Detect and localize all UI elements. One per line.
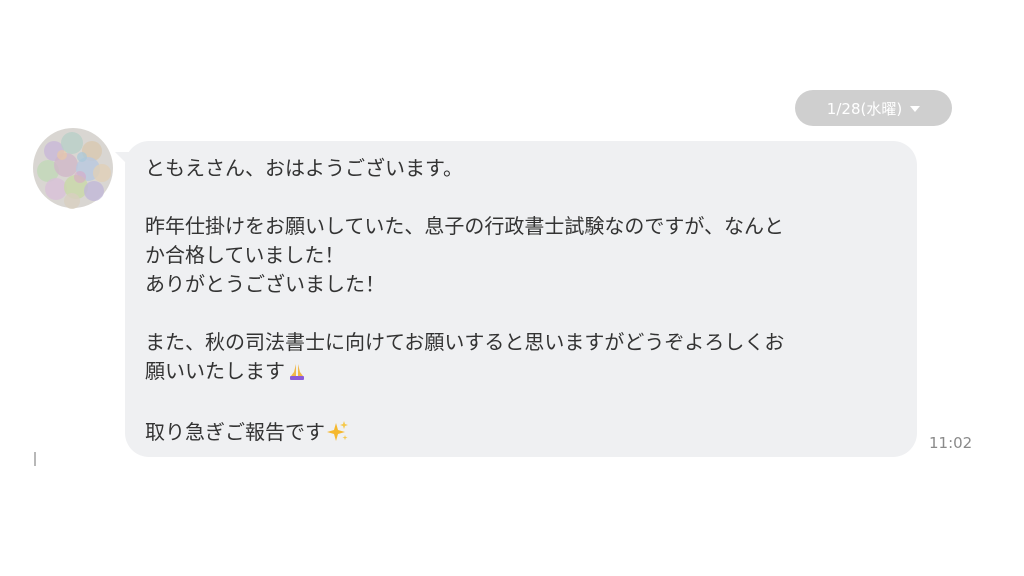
avatar-image — [33, 128, 113, 209]
message-line: ありがとうございました！ — [145, 272, 385, 296]
message-line: また、秋の司法書士に向けてお願いすると思いますがどうぞよろしくお — [145, 330, 785, 354]
date-label: 1/28(水曜) — [826, 99, 903, 118]
read-marker — [34, 452, 36, 466]
avatar[interactable] — [32, 127, 114, 209]
message-line: 昨年仕掛けをお願いしていた、息子の行政書士試験なのですが、なんと — [145, 214, 784, 238]
message-line-with-emoji: 願いいたします — [145, 357, 897, 389]
message-line: 願いいたします — [145, 359, 285, 383]
praying-hands-icon — [287, 360, 307, 389]
sparkles-icon — [327, 420, 349, 450]
message-line: か合格していました！ — [145, 243, 345, 267]
message-line-with-emoji: 取り急ぎご報告です — [145, 418, 897, 450]
message-timestamp: 11:02 — [929, 434, 973, 452]
message-bubble[interactable]: ともえさん、おはようございます。 昨年仕掛けをお願いしていた、息子の行政書士試験… — [125, 141, 917, 457]
message-line: 取り急ぎご報告です — [145, 420, 325, 444]
message-line: ともえさん、おはようございます。 — [145, 156, 463, 180]
chat-area: 1/28(水曜) ともえさん、おはようございます。 昨年仕掛けをお願いしていた、… — [0, 0, 1024, 576]
date-dropdown[interactable]: 1/28(水曜) — [795, 90, 952, 126]
chevron-down-icon — [910, 106, 921, 112]
